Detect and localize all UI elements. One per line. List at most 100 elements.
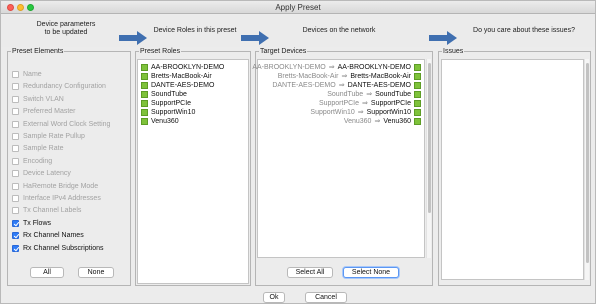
target-devices-list[interactable]: AA-BROOKLYN-DEMO ⇒ AA-BROOKLYN-DEMO Bretts-…	[252, 59, 425, 258]
preset-element-row[interactable]: Encoding	[12, 156, 52, 167]
preset-element-checkbox[interactable]	[12, 108, 19, 116]
preset-element-row[interactable]: Tx Channel Labels	[12, 205, 81, 216]
target-devices-scrollbar[interactable]	[426, 59, 431, 258]
status-ok-icon	[141, 81, 148, 89]
target-device-row[interactable]: SoundTube ⇒ SoundTube	[327, 90, 421, 98]
preset-element-label: Tx Channel Labels	[23, 207, 82, 215]
preset-element-row[interactable]: Sample Rate	[12, 143, 63, 154]
preset-role-label: AA-BROOKLYN-DEMO	[151, 63, 225, 71]
preset-role-item[interactable]: SoundTube	[141, 90, 187, 98]
step-device-roles: Device Roles in this preset	[153, 27, 237, 34]
target-devices-panel: Target Devices AA-BROOKLYN-DEMO ⇒ AA-BROOK…	[252, 47, 433, 286]
mapping-arrow-icon: ⇒	[357, 109, 364, 116]
preset-role-item[interactable]: Bretts-MacBook-Air	[141, 72, 212, 80]
preset-element-row[interactable]: Sample Rate Pullup	[12, 131, 85, 142]
device-source-label: SupportPCIe	[318, 99, 360, 107]
preset-role-label: Bretts-MacBook-Air	[151, 72, 212, 80]
select-none-button[interactable]: Select None	[343, 267, 399, 278]
preset-element-row[interactable]: Rx Channel Subscriptions	[12, 243, 104, 254]
preset-element-checkbox[interactable]	[12, 157, 19, 165]
mapping-arrow-icon: ⇒	[341, 73, 348, 80]
preset-element-checkbox[interactable]	[12, 145, 19, 153]
target-device-row[interactable]: AA-BROOKLYN-DEMO ⇒ AA-BROOKLYN-DEMO	[252, 63, 421, 71]
status-ok-icon	[141, 108, 148, 116]
mapping-arrow-icon: ⇒	[362, 100, 368, 107]
preset-element-checkbox[interactable]	[12, 133, 19, 140]
wizard-steps: Device parameters to be updated Device R…	[1, 15, 595, 47]
device-source-label: Bretts-MacBook-Air	[277, 72, 339, 80]
select-all-button[interactable]: Select All	[287, 267, 333, 278]
preset-element-row[interactable]: Name	[12, 69, 42, 80]
device-target-label: SoundTube	[375, 90, 411, 98]
issues-list[interactable]	[441, 59, 584, 280]
preset-element-label: Rx Channel Subscriptions	[23, 244, 104, 252]
preset-element-row[interactable]: Rx Channel Names	[12, 230, 84, 241]
preset-element-row[interactable]: Tx Flows	[12, 218, 51, 229]
status-ok-icon	[141, 117, 148, 125]
mapping-arrow-icon: ⇒	[366, 91, 373, 98]
preset-element-checkbox[interactable]	[12, 207, 19, 215]
preset-element-label: Switch VLAN	[23, 95, 64, 103]
step-arrow-2-icon	[241, 31, 269, 45]
preset-role-item[interactable]: SupportWin10	[141, 108, 195, 116]
device-target-label: DANTE-AES-DEMO	[347, 81, 411, 89]
status-ok-icon	[414, 108, 421, 116]
ok-button[interactable]: Ok	[263, 292, 285, 303]
preset-role-item[interactable]: DANTE-AES-DEMO	[141, 81, 214, 89]
preset-element-row[interactable]: HaRemote Bridge Mode	[12, 181, 98, 192]
step-issues: Do you care about these issues?	[473, 27, 575, 34]
preset-role-item[interactable]: SupportPCIe	[141, 99, 191, 107]
issues-scroll-thumb[interactable]	[586, 63, 589, 263]
preset-role-item[interactable]: Venu360	[141, 117, 179, 125]
preset-element-checkbox[interactable]	[12, 170, 19, 178]
all-button[interactable]: All	[30, 267, 64, 278]
preset-roles-list[interactable]: AA-BROOKLYN-DEMO Bretts-MacBook-Air DANTE-…	[137, 59, 249, 284]
preset-element-label: Sample Rate Pullup	[23, 133, 85, 140]
preset-element-checkbox[interactable]	[12, 244, 19, 252]
step-arrow-3-icon	[429, 31, 457, 45]
preset-element-row[interactable]: Redundancy Configuration	[12, 81, 106, 92]
none-button[interactable]: None	[78, 267, 114, 278]
step-arrow-1-icon	[119, 31, 147, 45]
preset-element-label: Device Latency	[23, 170, 71, 178]
preset-element-checkbox[interactable]	[12, 71, 19, 78]
target-device-row[interactable]: Venu360 ⇒ Venu360	[344, 117, 421, 125]
target-device-row[interactable]: Bretts-MacBook-Air ⇒ Bretts-MacBook-Air	[278, 72, 421, 80]
preset-role-label: SupportPCIe	[151, 99, 192, 107]
preset-element-checkbox[interactable]	[12, 195, 19, 202]
cancel-button[interactable]: Cancel	[305, 292, 347, 303]
preset-element-label: Redundancy Configuration	[23, 83, 106, 91]
preset-element-checkbox[interactable]	[12, 120, 19, 128]
mapping-arrow-icon: ⇒	[338, 82, 345, 89]
status-ok-icon	[141, 72, 148, 80]
preset-element-checkbox[interactable]	[12, 83, 19, 91]
preset-element-checkbox[interactable]	[12, 95, 19, 103]
target-device-row[interactable]: SupportPCIe ⇒ SupportPCIe	[319, 99, 421, 107]
preset-element-label: Preferred Master	[23, 108, 76, 116]
preset-element-checkbox[interactable]	[12, 232, 19, 240]
preset-element-row[interactable]: Device Latency	[12, 168, 71, 179]
issues-panel: Issues	[438, 47, 591, 286]
preset-role-label: SoundTube	[151, 90, 187, 98]
preset-element-label: Tx Flows	[23, 219, 51, 227]
preset-role-label: DANTE-AES-DEMO	[151, 81, 215, 89]
preset-element-checkbox[interactable]	[12, 219, 19, 227]
preset-element-row[interactable]: Preferred Master	[12, 106, 76, 117]
preset-element-row[interactable]: Interface IPv4 Addresses	[12, 193, 101, 204]
preset-element-checkbox[interactable]	[12, 182, 19, 190]
issues-scrollbar[interactable]	[584, 59, 589, 280]
preset-role-label: Venu360	[151, 117, 179, 125]
target-devices-scroll-thumb[interactable]	[428, 63, 431, 213]
target-device-row[interactable]: SupportWin10 ⇒ SupportWin10	[310, 108, 421, 116]
preset-element-row[interactable]: Switch VLAN	[12, 94, 64, 105]
preset-element-label: External Word Clock Setting	[23, 120, 111, 128]
step-device-parameters-line2: to be updated	[44, 29, 88, 36]
target-device-row[interactable]: DANTE-AES-DEMO ⇒ DANTE-AES-DEMO	[272, 81, 421, 89]
mapping-arrow-icon: ⇒	[374, 118, 381, 125]
device-source-label: Venu360	[343, 117, 372, 125]
preset-element-row[interactable]: External Word Clock Setting	[12, 119, 110, 130]
status-ok-icon	[414, 81, 421, 89]
device-target-label: SupportPCIe	[370, 99, 411, 107]
preset-role-item[interactable]: AA-BROOKLYN-DEMO	[141, 63, 224, 71]
target-devices-title: Target Devices	[259, 47, 308, 56]
